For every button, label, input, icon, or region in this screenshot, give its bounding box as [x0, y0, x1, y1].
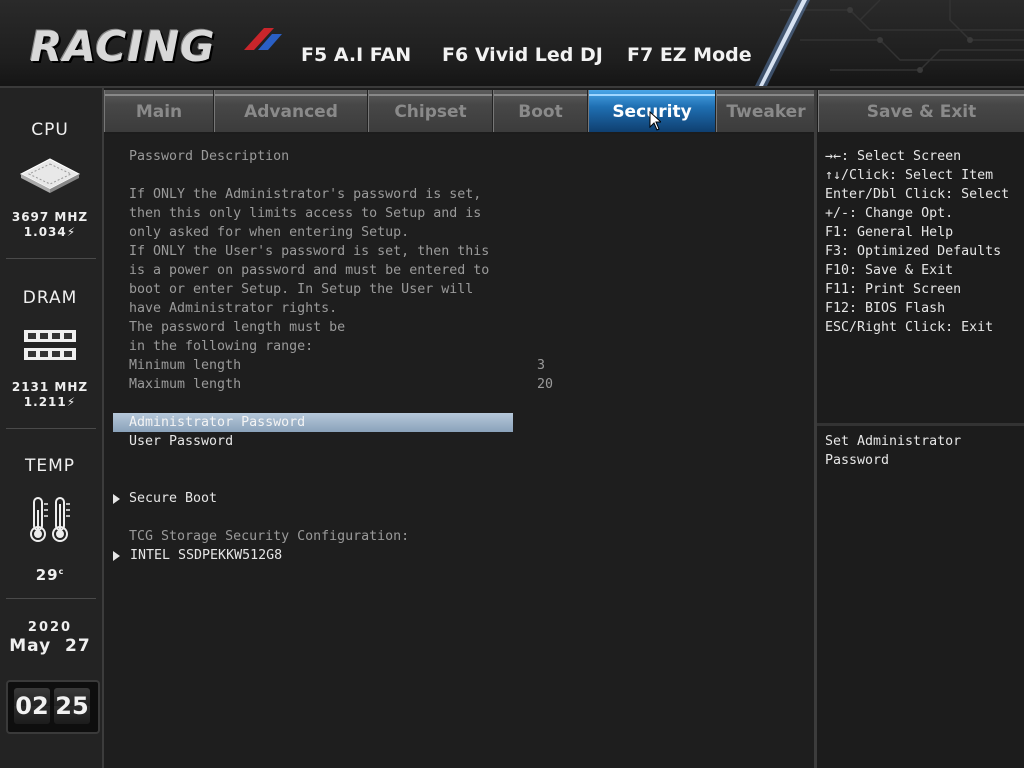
help-separator — [817, 423, 1024, 426]
thermometer-icon — [30, 497, 70, 542]
cpu-chip-icon — [19, 158, 81, 193]
sidebar-separator — [6, 428, 96, 429]
secure-boot-item[interactable]: Secure Boot — [129, 489, 217, 508]
help-key-print-screen: F11: Print Screen — [825, 282, 962, 297]
cpu-title: CPU — [31, 120, 69, 140]
minimum-length-value: 3 — [537, 358, 546, 373]
top-header: RACING F5 A.I FAN F6 Vivid Led DJ F7 EZ … — [0, 0, 1024, 88]
date-year: 2020 — [27, 620, 73, 635]
description-line: have Administrator rights. — [129, 301, 338, 316]
item-help-line: Password — [825, 453, 890, 468]
maximum-length-label: Maximum length — [129, 377, 242, 392]
administrator-password-item[interactable]: Administrator Password — [129, 413, 305, 432]
help-key-select: Enter/Dbl Click: Select — [825, 187, 1010, 202]
tab-chipset[interactable]: Chipset — [368, 90, 493, 132]
tab-label: Tweaker — [726, 102, 806, 122]
temp-row: 29c — [0, 564, 100, 583]
dram-frequency: 2131 MHZ — [11, 380, 89, 394]
sidebar-separator — [6, 258, 96, 259]
cpu-voltage: 1.034 — [23, 225, 67, 239]
dram-title: DRAM — [22, 288, 78, 308]
description-line: boot or enter Setup. In Setup the User w… — [129, 282, 474, 297]
item-help-line: Set Administrator — [825, 434, 962, 449]
light-streak-icon — [754, 0, 810, 88]
voltage-bolt-icon: ⚡ — [66, 395, 77, 409]
cpu-frequency: 3697 MHZ — [11, 210, 89, 224]
temp-value: 29 — [35, 566, 59, 584]
help-key-change-opt: +/-: Change Opt. — [825, 206, 954, 221]
dram-voltage-row: 1.211⚡ — [0, 395, 100, 410]
minimum-length-label: Minimum length — [129, 358, 242, 373]
tab-label: Advanced — [244, 102, 338, 122]
user-password-item[interactable]: User Password — [129, 432, 233, 451]
tab-label: Save & Exit — [866, 102, 977, 122]
maximum-length-value: 20 — [537, 377, 554, 392]
description-line: The password length must be — [129, 320, 346, 335]
tab-bar: Main Advanced Chipset Boot Security Twea… — [104, 90, 816, 134]
panel-divider — [814, 90, 817, 768]
description-line: If ONLY the User's password is set, then… — [129, 244, 490, 259]
description-line: then this only limits access to Setup an… — [129, 206, 482, 221]
description-line: is a power on password and must be enter… — [129, 263, 490, 278]
tab-label: Main — [135, 102, 183, 122]
tab-label: Chipset — [394, 102, 467, 122]
mouse-cursor-icon — [649, 111, 661, 131]
temp-unit: c — [58, 567, 65, 576]
temp-title: TEMP — [24, 456, 76, 476]
help-key-select-item: ↑↓/Click: Select Item — [825, 168, 994, 183]
ssd-security-item[interactable]: INTEL SSDPEKKW512G8 — [130, 546, 282, 565]
tcg-storage-label: TCG Storage Security Configuration: — [129, 529, 410, 544]
tab-main[interactable]: Main — [104, 90, 214, 132]
tab-advanced[interactable]: Advanced — [214, 90, 368, 132]
racing-logo: RACING — [30, 22, 216, 71]
racing-logo-mark-icon — [244, 28, 282, 50]
submenu-arrow-icon — [113, 551, 120, 561]
tab-save-exit[interactable]: Save & Exit — [818, 90, 1024, 132]
description-line: If ONLY the Administrator's password is … — [129, 187, 482, 202]
tab-boot[interactable]: Boot — [493, 90, 588, 132]
voltage-bolt-icon: ⚡ — [66, 225, 77, 239]
header-divider — [0, 86, 1024, 88]
tab-label: Boot — [518, 102, 563, 122]
description-line: in the following range: — [129, 339, 314, 354]
help-key-exit: ESC/Right Click: Exit — [825, 320, 994, 335]
dram-module-icon — [24, 330, 76, 360]
help-key-general-help: F1: General Help — [825, 225, 954, 240]
submenu-arrow-icon — [113, 494, 120, 504]
dram-voltage: 1.211 — [23, 395, 67, 409]
sidebar-separator — [6, 598, 96, 599]
clock-hour: 02 — [14, 688, 50, 724]
led-dj-button[interactable]: F6 Vivid Led DJ — [442, 44, 603, 66]
help-key-save-exit: F10: Save & Exit — [825, 263, 954, 278]
clock: 02 25 — [6, 680, 100, 734]
password-description-heading: Password Description — [129, 149, 290, 164]
help-key-select-screen: →←: Select Screen — [825, 149, 962, 164]
help-key-bios-flash: F12: BIOS Flash — [825, 301, 946, 316]
description-line: only asked for when entering Setup. — [129, 225, 410, 240]
help-key-optimized-defaults: F3: Optimized Defaults — [825, 244, 1002, 259]
fan-control-button[interactable]: F5 A.I FAN — [301, 44, 411, 66]
clock-minute: 25 — [54, 688, 90, 724]
ez-mode-button[interactable]: F7 EZ Mode — [627, 44, 752, 66]
tab-tweaker[interactable]: Tweaker — [716, 90, 816, 132]
system-status-sidebar: CPU 3697 MHZ 1.034⚡ DRAM 2131 MHZ 1.211⚡… — [0, 88, 104, 768]
date-month-day: May 27 — [9, 636, 91, 656]
cpu-voltage-row: 1.034⚡ — [0, 225, 100, 240]
